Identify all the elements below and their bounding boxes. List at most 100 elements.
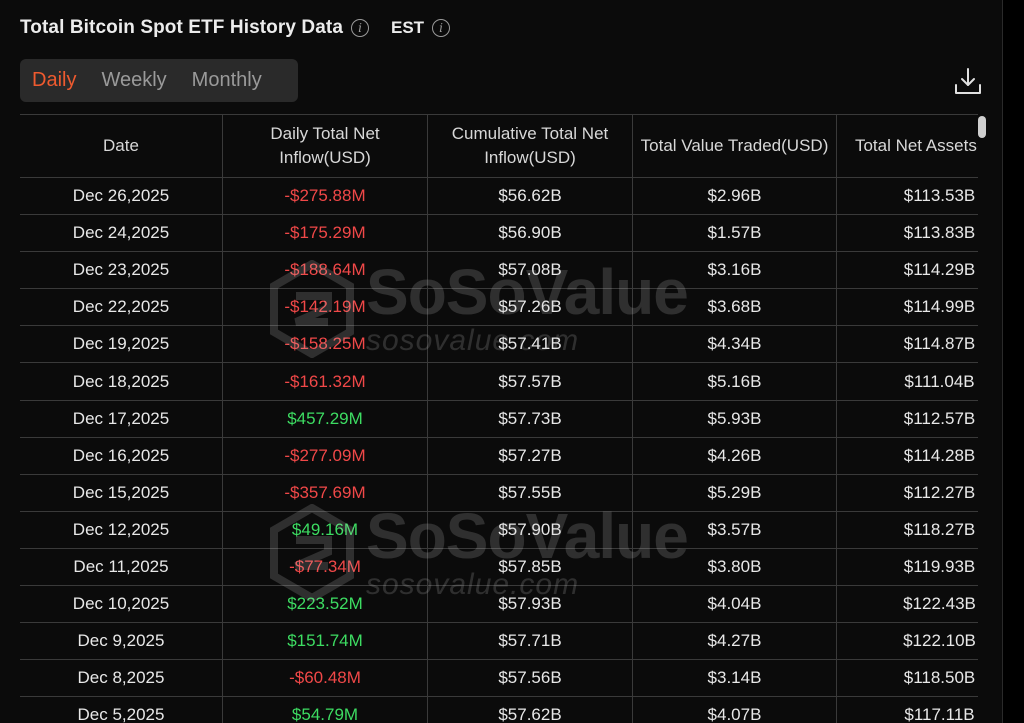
tab-monthly[interactable]: Monthly [192,69,262,92]
cell-cumulative-inflow: $57.56B [427,659,633,698]
cell-daily-inflow: $151.74M [222,622,428,661]
cell-daily-inflow: $223.52M [222,585,428,624]
table-row: Dec 9,2025 $151.74M $57.71B $4.27B $122.10B [20,622,978,661]
page-title: Total Bitcoin Spot ETF History Data [20,17,343,38]
table-header-row: Date Daily Total Net Inflow(USD) Cumulat… [20,114,978,178]
panel-header: Total Bitcoin Spot ETF History Data i ES… [20,14,451,42]
cell-value-traded: $3.57B [632,511,837,549]
download-icon[interactable] [953,66,983,96]
cell-daily-inflow: -$161.32M [222,362,428,401]
cell-date: Dec 18,2025 [20,362,223,401]
scrollbar-thumb[interactable] [978,116,986,138]
cell-cumulative-inflow: $57.62B [427,696,633,723]
cell-net-assets: $114.28B [836,437,978,475]
cell-net-assets: $113.83B [836,214,978,253]
cell-value-traded: $4.27B [632,622,837,661]
cell-daily-inflow: -$77.34M [222,548,428,587]
cell-cumulative-inflow: $57.41B [427,325,633,364]
cell-date: Dec 23,2025 [20,251,223,290]
cell-net-assets: $114.99B [836,288,978,327]
table-row: Dec 11,2025 -$77.34M $57.85B $3.80B $119.93B [20,548,978,587]
cell-value-traded: $3.14B [632,659,837,698]
cell-daily-inflow: -$357.69M [222,474,428,512]
table-row: Dec 26,2025 -$275.88M $56.62B $2.96B $113.53… [20,177,978,216]
cell-cumulative-inflow: $57.57B [427,362,633,401]
table-row: Dec 18,2025 -$161.32M $57.57B $5.16B $111.04… [20,362,978,401]
table-row: Dec 17,2025 $457.29M $57.73B $5.93B $112.57B [20,400,978,438]
column-header-cumulative-inflow: Cumulative Total Net Inflow(USD) [427,114,633,178]
column-header-date: Date [20,114,223,178]
cell-date: Dec 19,2025 [20,325,223,364]
cell-daily-inflow: -$275.88M [222,177,428,216]
table-row: Dec 22,2025 -$142.19M $57.26B $3.68B $114.99… [20,288,978,327]
cell-date: Dec 8,2025 [20,659,223,698]
cell-date: Dec 24,2025 [20,214,223,253]
cell-cumulative-inflow: $56.90B [427,214,633,253]
column-header-net-assets: Total Net Assets(USD) [836,114,978,178]
cell-net-assets: $117.11B [836,696,978,723]
cell-value-traded: $1.57B [632,214,837,253]
table-body: Dec 26,2025 -$275.88M $56.62B $2.96B $113.53… [20,177,978,723]
cell-cumulative-inflow: $57.27B [427,437,633,475]
table-row: Dec 8,2025 -$60.48M $57.56B $3.14B $118.50B [20,659,978,698]
cell-value-traded: $4.26B [632,437,837,475]
cell-value-traded: $5.93B [632,400,837,438]
cell-value-traded: $4.34B [632,325,837,364]
period-tabs: Daily Weekly Monthly [20,59,298,102]
info-icon[interactable]: i [351,19,369,37]
table-row: Dec 15,2025 -$357.69M $57.55B $5.29B $112.27… [20,474,978,512]
history-table-container: Date Daily Total Net Inflow(USD) Cumulat… [20,114,978,723]
cell-value-traded: $3.16B [632,251,837,290]
cell-value-traded: $4.07B [632,696,837,723]
etf-history-panel: Total Bitcoin Spot ETF History Data i ES… [0,0,1003,723]
cell-cumulative-inflow: $57.08B [427,251,633,290]
cell-net-assets: $119.93B [836,548,978,587]
cell-cumulative-inflow: $57.73B [427,400,633,438]
cell-value-traded: $3.80B [632,548,837,587]
cell-date: Dec 9,2025 [20,622,223,661]
table-row: Dec 19,2025 -$158.25M $57.41B $4.34B $114.87… [20,325,978,364]
cell-net-assets: $113.53B [836,177,978,216]
cell-cumulative-inflow: $57.26B [427,288,633,327]
info-icon[interactable]: i [432,19,451,37]
cell-date: Dec 26,2025 [20,177,223,216]
cell-cumulative-inflow: $57.55B [427,474,633,512]
cell-net-assets: $118.50B [836,659,978,698]
cell-cumulative-inflow: $56.62B [427,177,633,216]
timezone-label: EST [391,18,425,37]
tab-weekly[interactable]: Weekly [101,69,166,92]
cell-value-traded: $5.16B [632,362,837,401]
table-row: Dec 5,2025 $54.79M $57.62B $4.07B $117.11B [20,696,978,723]
column-header-value-traded: Total Value Traded(USD) [632,114,837,178]
cell-net-assets: $112.57B [836,400,978,438]
table-row: Dec 12,2025 $49.16M $57.90B $3.57B $118.27B [20,511,978,549]
cell-daily-inflow: $54.79M [222,696,428,723]
cell-daily-inflow: -$142.19M [222,288,428,327]
cell-daily-inflow: $49.16M [222,511,428,549]
cell-date: Dec 12,2025 [20,511,223,549]
cell-daily-inflow: -$277.09M [222,437,428,475]
cell-net-assets: $114.87B [836,325,978,364]
cell-net-assets: $122.10B [836,622,978,661]
cell-value-traded: $2.96B [632,177,837,216]
cell-net-assets: $122.43B [836,585,978,624]
cell-date: Dec 22,2025 [20,288,223,327]
cell-daily-inflow: -$158.25M [222,325,428,364]
cell-value-traded: $3.68B [632,288,837,327]
tab-daily[interactable]: Daily [32,69,76,92]
table-row: Dec 24,2025 -$175.29M $56.90B $1.57B $113.83… [20,214,978,253]
cell-date: Dec 17,2025 [20,400,223,438]
cell-date: Dec 15,2025 [20,474,223,512]
cell-cumulative-inflow: $57.85B [427,548,633,587]
cell-daily-inflow: -$175.29M [222,214,428,253]
cell-net-assets: $112.27B [836,474,978,512]
cell-value-traded: $5.29B [632,474,837,512]
cell-net-assets: $111.04B [836,362,978,401]
cell-cumulative-inflow: $57.93B [427,585,633,624]
cell-cumulative-inflow: $57.90B [427,511,633,549]
table-scrollbar[interactable] [978,114,988,723]
table-row: Dec 23,2025 -$188.64M $57.08B $3.16B $114.29… [20,251,978,290]
history-table: Date Daily Total Net Inflow(USD) Cumulat… [20,114,978,723]
cell-daily-inflow: -$60.48M [222,659,428,698]
table-row: Dec 16,2025 -$277.09M $57.27B $4.26B $114.28… [20,437,978,475]
